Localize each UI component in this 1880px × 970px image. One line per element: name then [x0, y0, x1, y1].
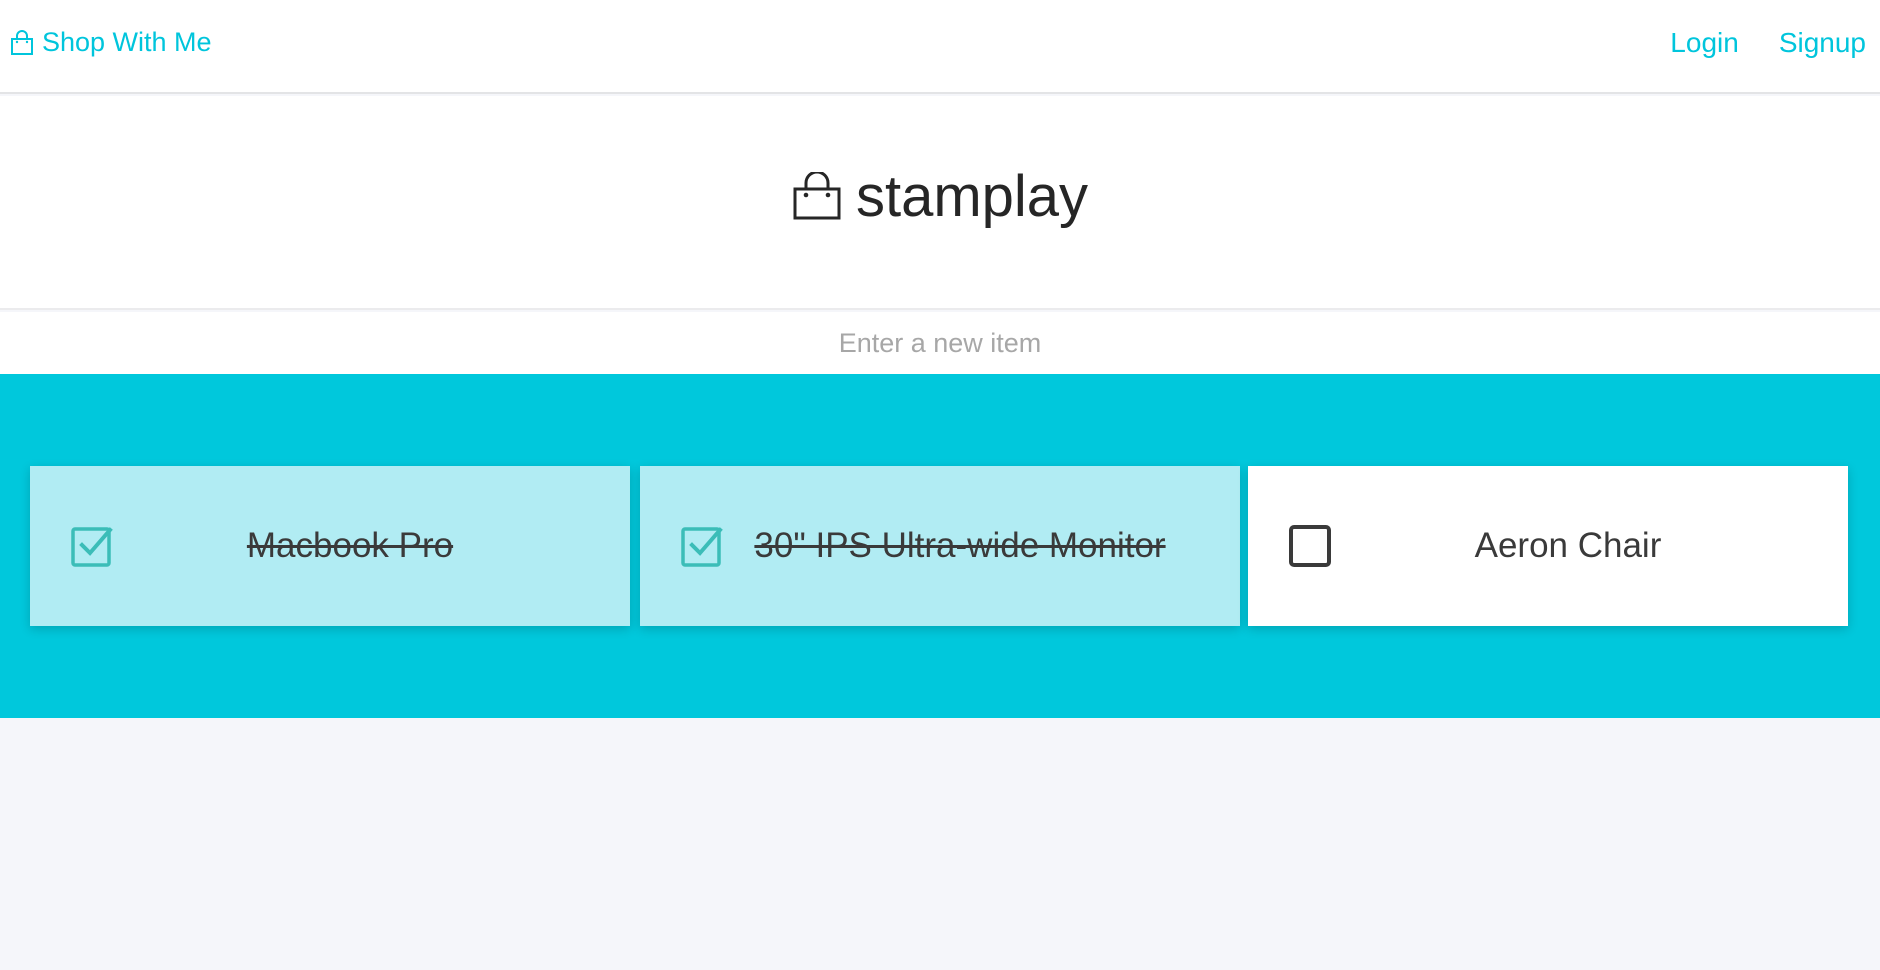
login-link[interactable]: Login — [1670, 27, 1739, 59]
checkbox-checked-icon[interactable] — [70, 524, 114, 568]
checkbox-checked-icon[interactable] — [680, 524, 724, 568]
logo-text: stamplay — [855, 163, 1089, 229]
item-label: Aeron Chair — [1474, 526, 1662, 565]
item-label: Macbook Pro — [246, 526, 454, 565]
item-card[interactable]: 30" IPS Ultra-wide Monitor — [640, 466, 1240, 626]
signup-link[interactable]: Signup — [1779, 27, 1866, 59]
shopping-bag-icon — [11, 29, 33, 55]
hero-banner: stamplay — [0, 96, 1880, 310]
nav-links: Login Signup — [1670, 27, 1866, 59]
stamplay-logo: stamplay — [792, 163, 1088, 230]
item-card[interactable]: Aeron Chair — [1248, 466, 1848, 626]
shopping-bag-icon — [793, 172, 841, 220]
checkbox-unchecked-icon[interactable] — [1288, 524, 1332, 568]
item-label: 30" IPS Ultra-wide Monitor — [754, 526, 1166, 565]
navbar: Shop With Me Login Signup — [0, 0, 1880, 94]
new-item-row — [0, 312, 1880, 374]
brand-label: Shop With Me — [42, 27, 212, 57]
item-card[interactable]: Macbook Pro — [30, 466, 630, 626]
page-background — [0, 718, 1880, 970]
brand-link[interactable]: Shop With Me — [10, 27, 212, 58]
new-item-input[interactable] — [0, 312, 1880, 374]
items-band: Macbook Pro 30" IPS Ultra-wide Monitor A… — [0, 374, 1880, 718]
